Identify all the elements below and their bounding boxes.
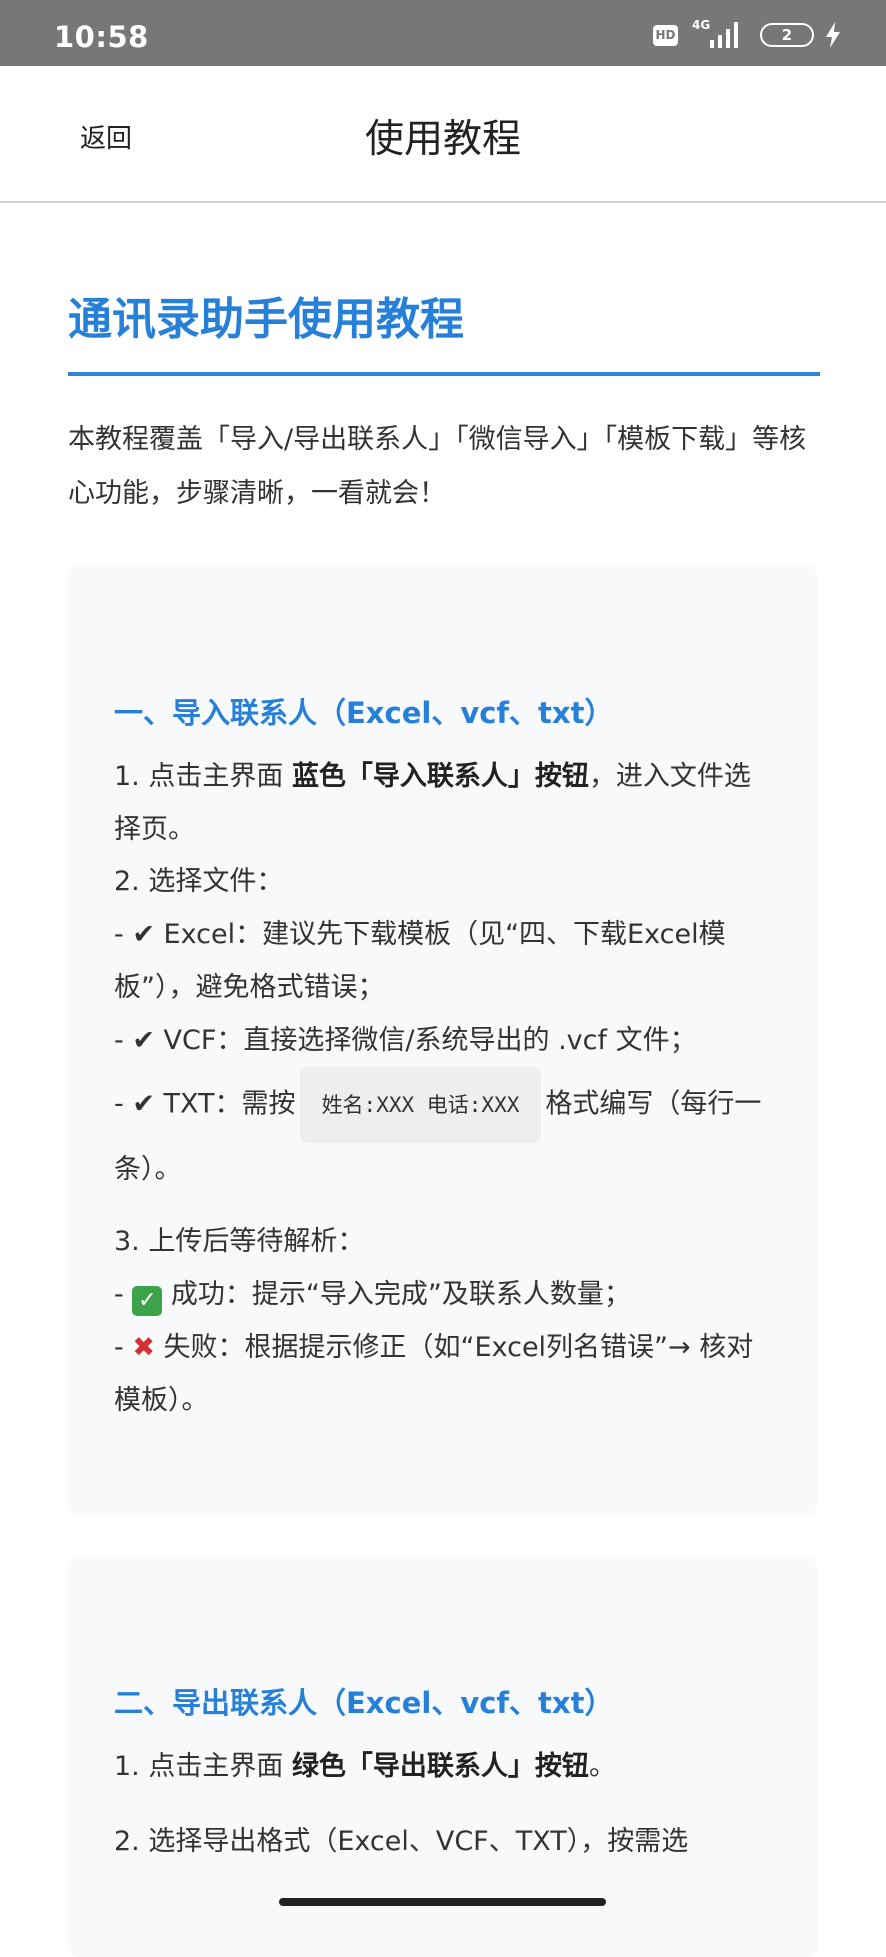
- section-card-import: 一、导入联系人（Excel、vcf、txt） 1. 点击主界面 蓝色「导入联系人…: [68, 565, 818, 1515]
- export-step-1: 1. 点击主界面 绿色「导出联系人」按钮。: [114, 1740, 774, 1793]
- export-step-2: 2. 选择导出格式（Excel、VCF、TXT），按需选: [114, 1826, 689, 1857]
- home-indicator[interactable]: [279, 1898, 606, 1906]
- intro-text: 本教程覆盖「导入/导出联系人」「微信导入」「模板下载」等核心功能，步骤清晰，一看…: [68, 424, 807, 509]
- export-step-1-pre: 1. 点击主界面: [114, 1751, 292, 1782]
- status-icons: HD 4G 2: [653, 18, 842, 48]
- vcf-text: VCF：直接选择微信/系统导出的 .vcf 文件；: [163, 1025, 697, 1056]
- nav-bar: 返回 使用教程: [0, 66, 886, 203]
- list-item-success: - ✓ 成功：提示“导入完成”及联系人数量；: [114, 1268, 774, 1321]
- list-dash: -: [114, 1332, 133, 1363]
- section-card-export: 二、导出联系人（Excel、vcf、txt） 1. 点击主界面 绿色「导出联系人…: [68, 1557, 818, 1957]
- list-dash: -: [114, 1279, 133, 1310]
- excel-text: Excel：建议先下载模板（见“四、下载Excel模板”），避免格式错误；: [114, 919, 726, 1003]
- network-type-label: 4G: [692, 18, 711, 32]
- success-text: 成功：提示“导入完成”及联系人数量；: [170, 1279, 631, 1310]
- status-bar: 10:58 HD 4G 2: [0, 0, 886, 66]
- status-time: 10:58: [54, 20, 149, 54]
- import-step-3-heading: 3. 上传后等待解析：: [114, 1226, 365, 1257]
- title-divider: [68, 372, 820, 376]
- import-step-1: 1. 点击主界面 蓝色「导入联系人」按钮，进入文件选择页。: [114, 750, 774, 856]
- export-button-name: 绿色「导出联系人」按钮: [291, 1751, 589, 1782]
- import-step-1-pre: 1. 点击主界面: [114, 761, 292, 792]
- list-dash: -: [114, 919, 133, 950]
- section-title-import: 一、导入联系人（Excel、vcf、txt）: [114, 696, 614, 730]
- import-button-name: 蓝色「导入联系人」按钮: [291, 761, 589, 792]
- hd-icon: HD: [653, 24, 678, 46]
- import-step-2-heading: 2. 选择文件：: [114, 866, 284, 897]
- export-step-1-post: 。: [588, 1751, 616, 1782]
- list-item-excel: - ✔ Excel：建议先下载模板（见“四、下载Excel模板”），避免格式错误…: [114, 908, 774, 1014]
- import-step-3: 3. 上传后等待解析： - ✓ 成功：提示“导入完成”及联系人数量； - ✖ 失…: [114, 1215, 774, 1427]
- page-title: 通讯录助手使用教程: [68, 294, 464, 345]
- list-dash: -: [114, 1025, 133, 1056]
- import-step-2: 2. 选择文件： - ✔ Excel：建议先下载模板（见“四、下载Excel模板…: [114, 855, 774, 1196]
- fail-text: 失败：根据提示修正（如“Excel列名错误”→ 核对模板）。: [114, 1332, 754, 1416]
- list-item-fail: - ✖ 失败：根据提示修正（如“Excel列名错误”→ 核对模板）。: [114, 1321, 774, 1427]
- list-item-txt: - ✔ TXT：需按 姓名:XXX 电话:XXX 格式编写（每行一条）。: [114, 1067, 774, 1196]
- nav-title: 使用教程: [364, 117, 521, 162]
- battery-icon: 2: [760, 23, 814, 47]
- txt-format-code: 姓名:XXX 电话:XXX: [299, 1067, 542, 1143]
- fail-cross-icon: ✖: [132, 1332, 155, 1363]
- txt-text-pre: TXT：需按: [163, 1088, 296, 1120]
- section-title-export: 二、导出联系人（Excel、vcf、txt）: [114, 1686, 614, 1720]
- list-dash: -: [114, 1088, 133, 1120]
- list-item-vcf: - ✔ VCF：直接选择微信/系统导出的 .vcf 文件；: [114, 1014, 774, 1067]
- check-mark-icon: ✔: [132, 919, 155, 950]
- signal-icon: 4G: [688, 18, 740, 48]
- check-mark-icon: ✔: [132, 1025, 155, 1056]
- check-mark-icon: ✔: [132, 1088, 155, 1120]
- success-check-icon: ✓: [132, 1286, 163, 1316]
- charging-bolt-icon: [826, 22, 840, 48]
